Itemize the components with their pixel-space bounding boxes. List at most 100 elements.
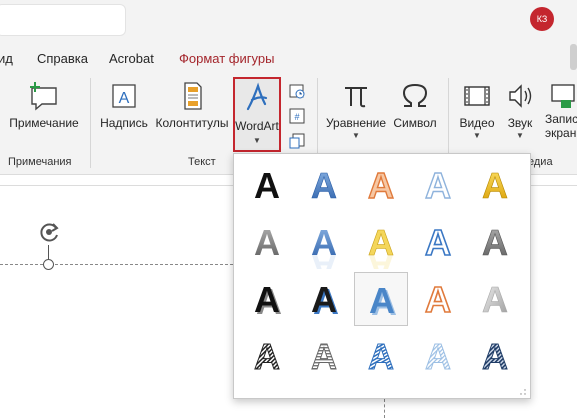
title-bar: КЗ [0, 0, 577, 42]
comment-button[interactable]: Примечание [6, 80, 82, 130]
date-time-icon[interactable] [288, 82, 306, 100]
guide-line [384, 399, 385, 418]
screen-recording-button[interactable]: Запис экран [545, 80, 577, 140]
wordart-style-blue-outline[interactable]: A [411, 158, 465, 212]
wordart-sample-icon: A [482, 222, 509, 264]
svg-text:A: A [254, 336, 280, 377]
audio-button[interactable]: Звук ▼ [501, 80, 539, 140]
svg-text:A: A [311, 165, 337, 206]
textbox-button[interactable]: A Надпись [98, 80, 150, 130]
svg-text:A: A [482, 222, 508, 263]
wordart-style-orange-outline[interactable]: A [354, 158, 408, 212]
wordart-style-blue-reflection[interactable]: AA [297, 215, 351, 269]
textbox-label: Надпись [100, 116, 148, 130]
wordart-style-striped-gray[interactable]: A [297, 329, 351, 383]
svg-text:A: A [425, 222, 451, 263]
wordart-style-blue-fill-shadow[interactable]: AA [354, 272, 408, 326]
wordart-sample-icon: AA [311, 279, 339, 322]
wordart-style-blue-outline-2[interactable]: A [411, 215, 465, 269]
wordart-gallery: AAAAAAAAAAAAAAAAAAAAAAAAA [233, 153, 531, 399]
chevron-down-icon: ▼ [473, 131, 481, 140]
symbol-label: Символ [393, 116, 437, 130]
wordart-sample-icon: AA [311, 222, 337, 269]
wordart-sample-icon: A [254, 165, 280, 206]
wordart-label: WordArt [235, 119, 279, 133]
pi-icon [345, 87, 367, 108]
chevron-down-icon: ▼ [516, 131, 524, 140]
header-footer-button[interactable]: Колонтитулы [153, 80, 231, 130]
wordart-sample-icon: A [311, 165, 338, 207]
speaker-icon [509, 84, 532, 108]
wordart-sample-icon: A [424, 221, 452, 264]
svg-text:A: A [425, 279, 451, 320]
chevron-down-icon: ▼ [352, 131, 360, 140]
comment-icon [30, 82, 57, 111]
symbol-button[interactable]: Символ [391, 80, 439, 130]
wordart-style-silver-bevel[interactable]: A [468, 272, 522, 326]
header-footer-label: Колонтитулы [155, 116, 229, 130]
wordart-style-hatched-navy[interactable]: A [468, 329, 522, 383]
object-icon[interactable] [288, 132, 306, 150]
shape-top-edge [0, 264, 233, 265]
resize-grip-icon[interactable] [520, 389, 526, 395]
svg-text:A: A [311, 279, 337, 320]
resize-handle[interactable] [43, 259, 54, 270]
wordart-sample-icon: A [311, 336, 338, 378]
tab-shape-format[interactable]: Формат фигуры [179, 51, 274, 66]
wordart-icon [246, 82, 268, 111]
comment-label: Примечание [9, 116, 79, 130]
wordart-sample-icon: A [482, 336, 509, 378]
equation-label: Уравнение [325, 116, 387, 130]
equation-button[interactable]: Уравнение ▼ [323, 80, 389, 140]
separator [90, 78, 91, 168]
slide-number-icon[interactable]: # [288, 107, 306, 125]
tab-view[interactable]: ид [0, 51, 13, 66]
svg-text:A: A [368, 222, 394, 263]
screen-record-icon [551, 84, 575, 108]
svg-text:A: A [368, 165, 394, 206]
wordart-sample-icon: A [425, 336, 452, 378]
tab-acrobat[interactable]: Acrobat [109, 51, 154, 66]
svg-text:A: A [254, 222, 280, 263]
wordart-sample-icon: A [424, 164, 451, 206]
textbox-icon: A [112, 84, 136, 108]
search-box[interactable] [0, 4, 126, 36]
svg-text:A: A [119, 90, 130, 107]
wordart-sample-icon: A [482, 279, 509, 321]
wordart-style-black-outline[interactable]: AA [240, 272, 294, 326]
wordart-style-striped-black[interactable]: A [240, 329, 294, 383]
svg-text:#: # [294, 112, 299, 122]
user-avatar[interactable]: КЗ [530, 7, 554, 31]
wordart-sample-icon: A [367, 164, 394, 206]
screen-record-label-1: Запис [545, 112, 577, 126]
video-label: Видео [459, 116, 495, 130]
chevron-down-icon: ▼ [253, 136, 261, 145]
wordart-style-gold-gradient[interactable]: A [468, 158, 522, 212]
wordart-style-orange-outline-2[interactable]: A [411, 272, 465, 326]
svg-text:A: A [482, 336, 508, 377]
wordart-sample-icon: A [254, 222, 280, 263]
wordart-sample-icon: A [254, 336, 281, 378]
rotate-handle-icon[interactable] [36, 219, 64, 247]
wordart-style-black-fill[interactable]: A [240, 158, 294, 212]
wordart-style-blue-gradient[interactable]: A [297, 158, 351, 212]
svg-text:A: A [482, 165, 508, 206]
wordart-style-striped-blue[interactable]: A [354, 329, 408, 383]
svg-text:A: A [482, 279, 508, 320]
wordart-sample-icon: AA [368, 222, 395, 269]
scrollbar-thumb[interactable] [570, 44, 577, 70]
wordart-style-gray-bevel[interactable]: A [468, 215, 522, 269]
wordart-style-hatched-light-blue[interactable]: A [411, 329, 465, 383]
wordart-sample-icon: A [368, 336, 395, 378]
svg-text:A: A [369, 280, 395, 321]
tab-help[interactable]: Справка [37, 51, 88, 66]
group-text-label: Текст [188, 156, 216, 168]
wordart-button[interactable]: WordArt ▼ [233, 77, 281, 152]
wordart-style-gray-gradient[interactable]: A [240, 215, 294, 269]
wordart-style-black-shadow[interactable]: AA [297, 272, 351, 326]
audio-label: Звук [507, 116, 533, 130]
video-button[interactable]: Видео ▼ [455, 80, 499, 140]
wordart-style-gold-reflection[interactable]: AA [354, 215, 408, 269]
svg-text:A: A [254, 279, 280, 320]
svg-text:A: A [311, 336, 337, 377]
